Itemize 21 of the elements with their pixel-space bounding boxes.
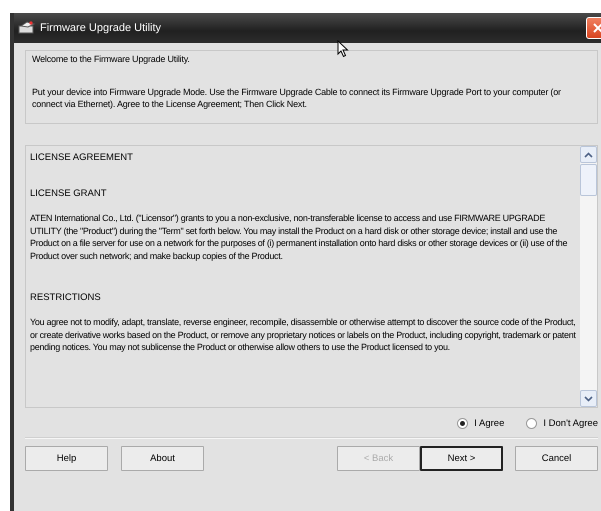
- dialog-button[interactable]: Help: [25, 446, 108, 471]
- dialog-button[interactable]: About: [121, 446, 204, 471]
- scroll-down-button[interactable]: [580, 390, 597, 407]
- intro-text: Put your device into Firmware Upgrade Mode. Use the Firmware Upgrade Cable to connect its Firmware Upgrade Port to your computer (or connect via Ethernet). Agree to the License Agreement; Then Click Next.: [32, 86, 562, 110]
- mouse-pointer-icon: [337, 40, 349, 58]
- license-paragraph: You agree not to modify, adapt, translate, reverse engineer, recompile, disassemble or otherwise attempt to discover the source code of the Product, or create derivative works based on the Product, or remove any proprietary notices or labels on the Product, including copyright, trademark or patent pending notices. You may not sublicense the Product or otherwise allow others to use the Product licensed to you.: [30, 316, 576, 354]
- scroll-up-button[interactable]: [580, 146, 597, 163]
- license-heading: RESTRICTIONS: [30, 292, 102, 303]
- dialog-button[interactable]: Cancel: [515, 446, 598, 471]
- window-title: Firmware Upgrade Utility: [40, 22, 162, 34]
- scroll-thumb[interactable]: [580, 164, 597, 196]
- license-heading: LICENSE AGREEMENT: [30, 152, 134, 163]
- agreement-radio[interactable]: I Agree: [457, 418, 504, 429]
- agreement-radio[interactable]: I Don't Agree: [526, 418, 598, 429]
- scrollbar[interactable]: [580, 146, 597, 407]
- dialog-button[interactable]: Next >: [420, 446, 503, 471]
- app-icon: [18, 21, 36, 35]
- intro-text: Welcome to the Firmware Upgrade Utility.: [32, 53, 191, 65]
- license-heading: LICENSE GRANT: [30, 188, 108, 199]
- close-icon: [592, 22, 601, 34]
- license-paragraph: ATEN International Co., Ltd. ("Licensor") grants to you a non-exclusive, non-transferable license to access and use FIRMWARE UPGRADE UTILITY (the "Product") during the "Term" set forth below. You may install the Product on a hard disk or other storage device; install and use the Product on a file server for use on a network for the purposes of (i) permanent installation onto hard disks or other storage devices or (ii) use of the Product over such network; and make backup copies of the Product.: [30, 212, 568, 262]
